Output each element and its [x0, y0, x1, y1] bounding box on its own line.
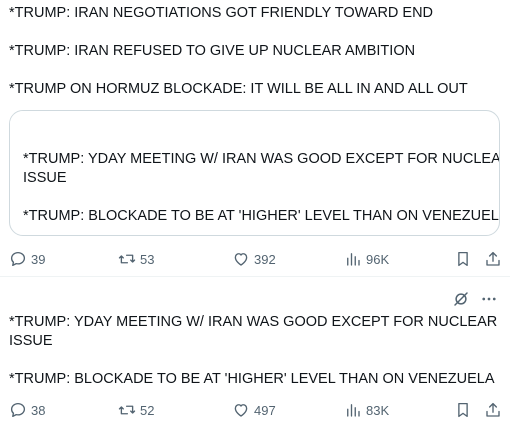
share-icon	[486, 402, 500, 417]
tweet-text-line: *TRUMP ON HORMUZ BLOCKADE: IT WILL BE AL…	[9, 81, 468, 97]
repost-button[interactable]: 52	[118, 398, 154, 422]
repost-icon	[118, 254, 136, 264]
grok-icon[interactable]	[452, 290, 470, 308]
tweet-header-actions	[452, 290, 498, 308]
quote-text-line: *TRUMP: BLOCKADE TO BE AT 'HIGHER' LEVEL…	[23, 208, 500, 224]
like-button[interactable]: 497	[232, 398, 276, 422]
share-button[interactable]	[484, 247, 502, 271]
heart-icon	[234, 253, 248, 266]
like-button[interactable]: 392	[232, 247, 276, 271]
analytics-icon	[347, 253, 360, 266]
redacted-header	[10, 111, 282, 141]
repost-button[interactable]: 53	[118, 247, 154, 271]
more-icon[interactable]	[480, 290, 498, 308]
repost-icon	[118, 405, 136, 415]
quote-text-line: ISSUE	[23, 170, 67, 186]
analytics-icon	[347, 404, 360, 417]
bookmark-icon	[458, 402, 468, 418]
like-count: 497	[254, 402, 276, 418]
share-button[interactable]	[484, 398, 502, 422]
bookmark-button[interactable]	[454, 247, 472, 271]
tweet-actions: 38 52 497 83K	[0, 398, 510, 422]
bookmark-icon	[458, 251, 468, 267]
views-count: 96K	[366, 251, 390, 267]
tweet[interactable]: *TRUMP: YDAY MEETING W/ IRAN WAS GOOD EX…	[0, 280, 510, 430]
reply-icon	[10, 251, 26, 267]
quote-text-line: *TRUMP: YDAY MEETING W/ IRAN WAS GOOD EX…	[23, 151, 500, 167]
views-button[interactable]: 96K	[344, 247, 389, 271]
bookmark-button[interactable]	[454, 398, 472, 422]
quoted-tweet[interactable]: *TRUMP: YDAY MEETING W/ IRAN WAS GOOD EX…	[9, 110, 500, 236]
reply-button[interactable]: 38	[9, 398, 45, 422]
tweet-text-line: *TRUMP: IRAN NEGOTIATIONS GOT FRIENDLY T…	[9, 5, 434, 21]
reply-count: 38	[31, 402, 46, 418]
tweet-text-line: *TRUMP: IRAN REFUSED TO GIVE UP NUCLEAR …	[9, 43, 416, 59]
heart-icon	[234, 404, 248, 417]
tweet-text-line: *TRUMP: BLOCKADE TO BE AT 'HIGHER' LEVEL…	[9, 371, 495, 387]
reply-count: 39	[31, 251, 46, 267]
reply-icon	[10, 402, 26, 418]
tweet[interactable]: *TRUMP: IRAN NEGOTIATIONS GOT FRIENDLY T…	[0, 0, 510, 272]
repost-count: 53	[140, 251, 155, 267]
share-icon	[486, 251, 500, 266]
tweet-divider	[0, 276, 510, 277]
views-count: 83K	[366, 402, 390, 418]
tweet-actions: 39 53 392 96K	[0, 247, 510, 271]
tweet-text-line: *TRUMP: YDAY MEETING W/ IRAN WAS GOOD EX…	[9, 314, 498, 330]
repost-count: 52	[140, 402, 155, 418]
tweet-text-line: ISSUE	[9, 333, 53, 349]
views-button[interactable]: 83K	[344, 398, 389, 422]
like-count: 392	[254, 251, 276, 267]
reply-button[interactable]: 39	[9, 247, 45, 271]
